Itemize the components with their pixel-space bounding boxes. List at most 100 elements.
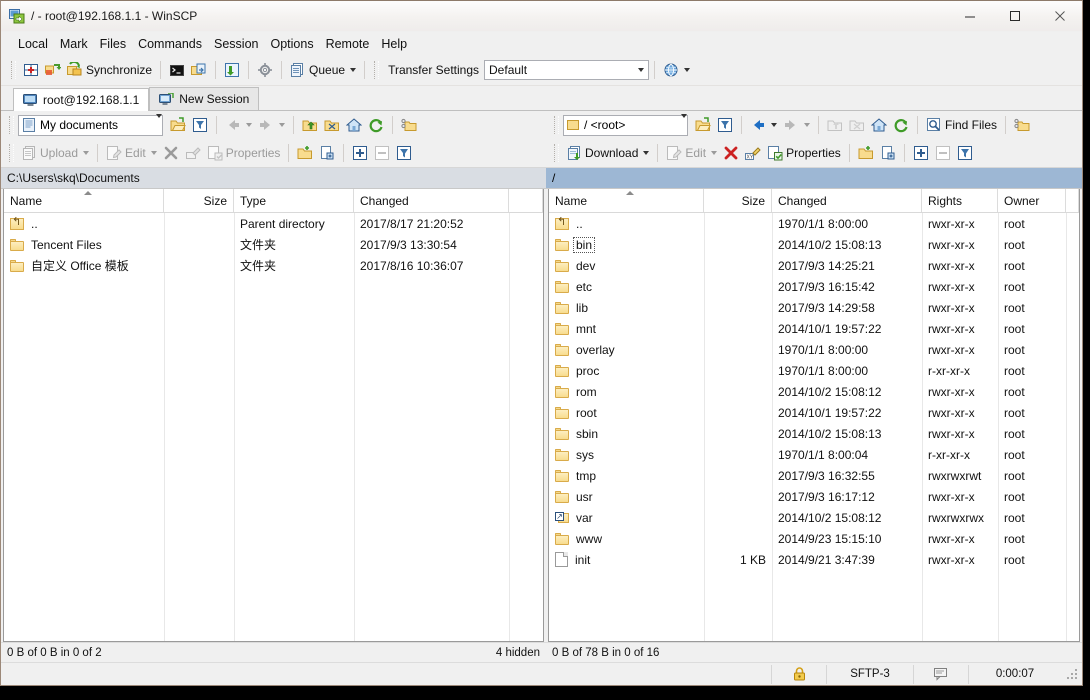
local-col-size[interactable]: Size bbox=[164, 189, 234, 212]
transfer-settings-preset-button[interactable] bbox=[660, 58, 693, 82]
remote-file-list[interactable]: Name Size Changed Rights Owner ↰ .. 1970… bbox=[548, 189, 1080, 642]
remote-col-rights[interactable]: Rights bbox=[922, 189, 998, 212]
table-row[interactable]: ↗ var 2014/10/2 15:08:12 rwxrwxrwx root bbox=[549, 507, 1079, 528]
remote-rename-button[interactable]: XY bbox=[742, 141, 764, 165]
remote-forward-button[interactable] bbox=[780, 113, 813, 137]
menu-commands[interactable]: Commands bbox=[132, 35, 208, 53]
local-col-name[interactable]: Name bbox=[4, 189, 164, 212]
local-select-mask-button[interactable] bbox=[393, 141, 415, 165]
transfer-preset-caret[interactable] bbox=[684, 68, 691, 72]
remote-path-combo[interactable]: / <root> bbox=[563, 114, 688, 136]
maximize-button[interactable] bbox=[992, 1, 1037, 30]
local-new-directory-button[interactable] bbox=[294, 141, 316, 165]
synchronize-button[interactable]: Synchronize bbox=[64, 58, 155, 82]
remote-back-caret[interactable] bbox=[771, 123, 777, 127]
local-select-button[interactable] bbox=[349, 141, 371, 165]
transfer-settings-combo[interactable]: Default bbox=[484, 60, 650, 80]
remote-properties-button[interactable]: Properties bbox=[764, 141, 844, 165]
local-unselect-button[interactable] bbox=[371, 141, 393, 165]
remote-path-grip[interactable] bbox=[554, 116, 559, 134]
menu-session[interactable]: Session bbox=[208, 35, 264, 53]
remote-delete-button[interactable] bbox=[720, 141, 742, 165]
local-file-list[interactable]: Name Size Type Changed ↰ .. Parent direc… bbox=[3, 189, 544, 642]
menu-local[interactable]: Local bbox=[12, 35, 54, 53]
transfer-settings-grip[interactable] bbox=[374, 61, 380, 79]
local-root-directory-button[interactable] bbox=[321, 113, 343, 137]
local-bookmarks-button[interactable] bbox=[398, 113, 420, 137]
local-path-bar[interactable]: C:\Users\skq\Documents bbox=[1, 167, 546, 189]
synchronize-browsing-button[interactable] bbox=[42, 58, 64, 82]
queue-button[interactable]: Queue bbox=[287, 58, 359, 82]
transfer-settings-caret[interactable] bbox=[632, 61, 648, 79]
remote-select-button[interactable] bbox=[910, 141, 932, 165]
local-forward-caret[interactable] bbox=[279, 123, 285, 127]
table-row[interactable]: bin 2014/10/2 15:08:13 rwxr-xr-x root bbox=[549, 234, 1079, 255]
status-console[interactable] bbox=[913, 664, 968, 684]
table-row[interactable]: rom 2014/10/2 15:08:12 rwxr-xr-x root bbox=[549, 381, 1079, 402]
remote-col-changed[interactable]: Changed bbox=[772, 189, 922, 212]
minimize-button[interactable] bbox=[947, 1, 992, 30]
remote-refresh-button[interactable] bbox=[890, 113, 912, 137]
remote-bookmarks-button[interactable] bbox=[1011, 113, 1033, 137]
status-security[interactable] bbox=[771, 664, 826, 684]
remote-select-mask-button[interactable] bbox=[954, 141, 976, 165]
menu-options[interactable]: Options bbox=[264, 35, 319, 53]
toolbar-grip[interactable] bbox=[11, 61, 16, 79]
remote-path-bar[interactable]: / bbox=[546, 167, 1082, 189]
local-filter-button[interactable] bbox=[189, 113, 211, 137]
new-tab-button[interactable] bbox=[20, 58, 42, 82]
local-open-directory-button[interactable] bbox=[167, 113, 189, 137]
remote-path-caret[interactable] bbox=[679, 114, 687, 132]
close-button[interactable] bbox=[1037, 1, 1082, 30]
local-path-grip[interactable] bbox=[9, 116, 14, 134]
remote-parent-directory-button[interactable] bbox=[824, 113, 846, 137]
local-col-changed[interactable]: Changed bbox=[354, 189, 509, 212]
local-back-caret[interactable] bbox=[246, 123, 252, 127]
table-row[interactable]: etc 2017/9/3 16:15:42 rwxr-xr-x root bbox=[549, 276, 1079, 297]
local-properties-button[interactable]: Properties bbox=[204, 141, 284, 165]
remote-home-directory-button[interactable] bbox=[868, 113, 890, 137]
table-row[interactable]: lib 2017/9/3 14:29:58 rwxr-xr-x root bbox=[549, 297, 1079, 318]
open-terminal-button[interactable] bbox=[166, 58, 188, 82]
local-col-type[interactable]: Type bbox=[234, 189, 354, 212]
menu-mark[interactable]: Mark bbox=[54, 35, 94, 53]
local-refresh-button[interactable] bbox=[365, 113, 387, 137]
table-row[interactable]: 自定义 Office 模板 文件夹 2017/8/16 10:36:07 bbox=[4, 255, 543, 276]
remote-new-directory-button[interactable] bbox=[855, 141, 877, 165]
table-row[interactable]: sbin 2014/10/2 15:08:13 rwxr-xr-x root bbox=[549, 423, 1079, 444]
remote-open-directory-button[interactable] bbox=[692, 113, 714, 137]
remote-col-owner[interactable]: Owner bbox=[998, 189, 1066, 212]
local-edit-button[interactable]: Edit bbox=[103, 141, 160, 165]
local-forward-button[interactable] bbox=[255, 113, 288, 137]
remote-col-size[interactable]: Size bbox=[704, 189, 772, 212]
table-row[interactable]: root 2014/10/1 19:57:22 rwxr-xr-x root bbox=[549, 402, 1079, 423]
local-home-directory-button[interactable] bbox=[343, 113, 365, 137]
remote-back-button[interactable] bbox=[747, 113, 780, 137]
local-parent-directory-button[interactable] bbox=[299, 113, 321, 137]
preferences-button[interactable] bbox=[254, 58, 276, 82]
table-row[interactable]: www 2014/9/23 15:15:10 rwxr-xr-x root bbox=[549, 528, 1079, 549]
local-path-combo[interactable]: My documents bbox=[18, 114, 163, 136]
local-edit-caret[interactable] bbox=[150, 151, 157, 155]
tab-new-session[interactable]: New Session bbox=[149, 87, 260, 110]
remote-edit-button[interactable]: Edit bbox=[663, 141, 720, 165]
remote-forward-caret[interactable] bbox=[804, 123, 810, 127]
menu-files[interactable]: Files bbox=[94, 35, 132, 53]
remote-filter-button[interactable] bbox=[714, 113, 736, 137]
upload-button[interactable]: Upload bbox=[18, 141, 92, 165]
download-button[interactable]: Download bbox=[563, 141, 652, 165]
table-row[interactable]: sys 1970/1/1 8:00:04 r-xr-xr-x root bbox=[549, 444, 1079, 465]
table-row[interactable]: .. Parent directory 2017/8/17 21:20:52 bbox=[4, 213, 543, 234]
local-rename-button[interactable] bbox=[182, 141, 204, 165]
open-directory-button[interactable] bbox=[188, 58, 210, 82]
local-path-caret[interactable] bbox=[154, 114, 162, 132]
remote-unselect-button[interactable] bbox=[932, 141, 954, 165]
table-row[interactable]: tmp 2017/9/3 16:32:55 rwxrwxrwt root bbox=[549, 465, 1079, 486]
local-delete-button[interactable] bbox=[160, 141, 182, 165]
table-row[interactable]: mnt 2014/10/1 19:57:22 rwxr-xr-x root bbox=[549, 318, 1079, 339]
remote-col-name[interactable]: Name bbox=[549, 189, 704, 212]
table-row[interactable]: overlay 1970/1/1 8:00:00 rwxr-xr-x root bbox=[549, 339, 1079, 360]
local-file-grip[interactable] bbox=[9, 144, 14, 162]
local-list-body[interactable]: .. Parent directory 2017/8/17 21:20:52 T… bbox=[4, 213, 543, 641]
remote-file-grip[interactable] bbox=[554, 144, 559, 162]
